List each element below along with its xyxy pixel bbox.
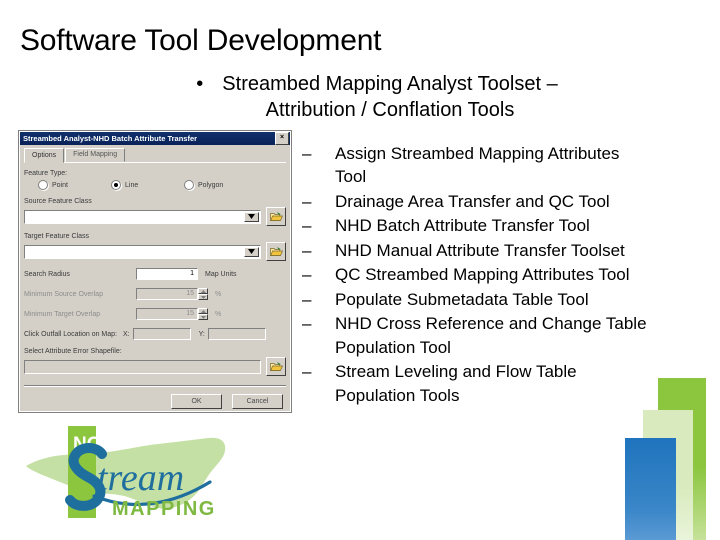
list-item-label: Drainage Area Transfer and QC Tool (335, 191, 610, 211)
browse-source-folder-icon[interactable] (266, 207, 286, 226)
cancel-button[interactable]: Cancel (232, 394, 283, 409)
list-item-label: NHD Manual Attribute Transfer Toolset (335, 240, 625, 260)
radio-dot-icon (38, 180, 48, 190)
dialog-title: Streambed Analyst-NHD Batch Attribute Tr… (23, 134, 198, 143)
stepper-down-icon[interactable] (198, 314, 208, 320)
search-radius-input[interactable]: 1 (136, 268, 198, 280)
list-item: – NHD Cross Reference and Change Table P… (302, 312, 652, 359)
radio-polygon-label: Polygon (198, 181, 224, 189)
source-feature-class-value (25, 211, 243, 223)
outfall-y-label: Y: (198, 330, 205, 338)
chevron-down-icon[interactable] (244, 211, 259, 222)
tab-options[interactable]: Options (24, 148, 65, 163)
dash-bullet-icon: – (302, 216, 312, 236)
feature-type-label: Feature Type: (24, 170, 68, 177)
min-target-overlap-label: Minimum Target Overlap (24, 310, 101, 318)
bullet-dot-icon: • (196, 73, 204, 95)
logo-artwork-icon: NC tream MAPPING (26, 426, 226, 520)
list-item-label: NHD Cross Reference and Change Table Pop… (335, 314, 647, 357)
dialog-titlebar[interactable]: Streambed Analyst-NHD Batch Attribute Tr… (20, 132, 290, 145)
list-item-label: QC Streambed Mapping Attributes Tool (335, 265, 630, 285)
nc-stream-mapping-logo: NC tream MAPPING (24, 420, 254, 532)
list-item: – Drainage Area Transfer and QC Tool (302, 190, 652, 213)
dash-bullet-icon: – (302, 314, 312, 334)
tab-field-mapping[interactable]: Field Mapping (65, 148, 126, 162)
level1-bullet-block: • Streambed Mapping Analyst Toolset – At… (142, 72, 612, 123)
dash-bullet-icon: – (302, 362, 312, 382)
list-item: – Assign Streambed Mapping Attributes To… (302, 142, 652, 189)
min-target-overlap-unit: % (215, 310, 222, 318)
search-radius-row: Search Radius 1 Map Units (24, 268, 286, 280)
search-radius-unit: Map Units (205, 270, 237, 278)
dash-bullet-icon: – (302, 144, 312, 163)
min-source-overlap-row: Minimum Source Overlap 15 % (24, 288, 286, 300)
target-feature-class-value (25, 246, 243, 258)
target-feature-class-label: Target Feature Class (24, 233, 89, 240)
radio-dot-checked-icon (111, 180, 121, 190)
dash-bullet-icon: – (302, 289, 312, 309)
level2-bullet-list: – Assign Streambed Mapping Attributes To… (302, 142, 652, 408)
radio-line[interactable]: Line (111, 180, 184, 190)
dialog-separator (24, 385, 286, 387)
list-item-label: NHD Batch Attribute Transfer Tool (335, 216, 590, 236)
list-item: – NHD Manual Attribute Transfer Toolset (302, 239, 652, 262)
chevron-down-icon[interactable] (244, 246, 259, 257)
error-shapefile-row (24, 357, 286, 376)
list-item: – QC Streambed Mapping Attributes Tool (302, 263, 652, 286)
min-target-overlap-input[interactable]: 15 (136, 308, 198, 320)
list-item: – NHD Batch Attribute Transfer Tool (302, 214, 652, 237)
decoration-block-blue (625, 438, 676, 540)
dialog-footer: OK Cancel (19, 394, 283, 409)
feature-type-radio-group: Point Line Polygon (38, 180, 286, 190)
min-target-overlap-stepper[interactable] (198, 308, 208, 320)
radio-polygon[interactable]: Polygon (184, 180, 257, 190)
min-source-overlap-input[interactable]: 15 (136, 288, 198, 300)
browse-target-folder-icon[interactable] (266, 242, 286, 261)
close-icon[interactable]: × (275, 132, 289, 145)
level1-line-1: Streambed Mapping Analyst Toolset – (222, 73, 558, 95)
batch-attribute-transfer-dialog[interactable]: Streambed Analyst-NHD Batch Attribute Tr… (18, 130, 292, 413)
radio-line-label: Line (125, 181, 139, 189)
list-item-label: Assign Streambed Mapping Attributes Tool (335, 144, 620, 187)
dialog-tabstrip: Options Field Mapping (24, 148, 286, 163)
level1-bullet-text: Streambed Mapping Analyst Toolset – Attr… (222, 72, 557, 123)
level1-bullet-row: • Streambed Mapping Analyst Toolset – At… (142, 72, 612, 123)
dash-bullet-icon: – (302, 265, 312, 285)
outfall-label: Click Outfall Location on Map: (24, 330, 117, 338)
dash-bullet-icon: – (302, 191, 312, 211)
list-item-label: Stream Leveling and Flow Table Populatio… (335, 362, 577, 405)
list-item-label: Populate Submetadata Table Tool (335, 289, 589, 309)
radio-point[interactable]: Point (38, 180, 111, 190)
radio-dot-icon (184, 180, 194, 190)
target-feature-class-row (24, 242, 286, 261)
stepper-down-icon[interactable] (198, 294, 208, 300)
logo-mapping-text: MAPPING (112, 498, 216, 520)
error-shapefile-input[interactable] (24, 359, 261, 374)
source-feature-class-combo[interactable] (24, 209, 261, 224)
error-shapefile-label: Select Attribute Error Shapefile: (24, 348, 122, 355)
min-source-overlap-label: Minimum Source Overlap (24, 290, 103, 298)
ok-button[interactable]: OK (171, 394, 222, 409)
min-target-overlap-row: Minimum Target Overlap 15 % (24, 308, 286, 320)
outfall-location-row: Click Outfall Location on Map: X: Y: (24, 328, 286, 340)
source-feature-class-row (24, 207, 286, 226)
outfall-x-label: X: (123, 330, 130, 338)
search-radius-label: Search Radius (24, 270, 70, 278)
outfall-y-input[interactable] (207, 328, 266, 340)
source-feature-class-label: Source Feature Class (24, 198, 92, 205)
page-title: Software Tool Development (20, 24, 382, 57)
min-source-overlap-stepper[interactable] (198, 288, 208, 300)
target-feature-class-combo[interactable] (24, 244, 261, 259)
outfall-x-input[interactable] (132, 328, 191, 340)
level1-line-2: Attribution / Conflation Tools (265, 98, 515, 121)
dialog-body: Feature Type: Point Line Polygon Source … (24, 163, 286, 376)
dash-bullet-icon: – (302, 240, 312, 260)
logo-stream-text: tream (97, 457, 184, 499)
radio-point-label: Point (52, 181, 68, 189)
browse-error-shapefile-folder-icon[interactable] (266, 357, 286, 376)
list-item: – Populate Submetadata Table Tool (302, 288, 652, 311)
list-item: – Stream Leveling and Flow Table Populat… (302, 360, 652, 407)
min-source-overlap-unit: % (215, 290, 222, 298)
